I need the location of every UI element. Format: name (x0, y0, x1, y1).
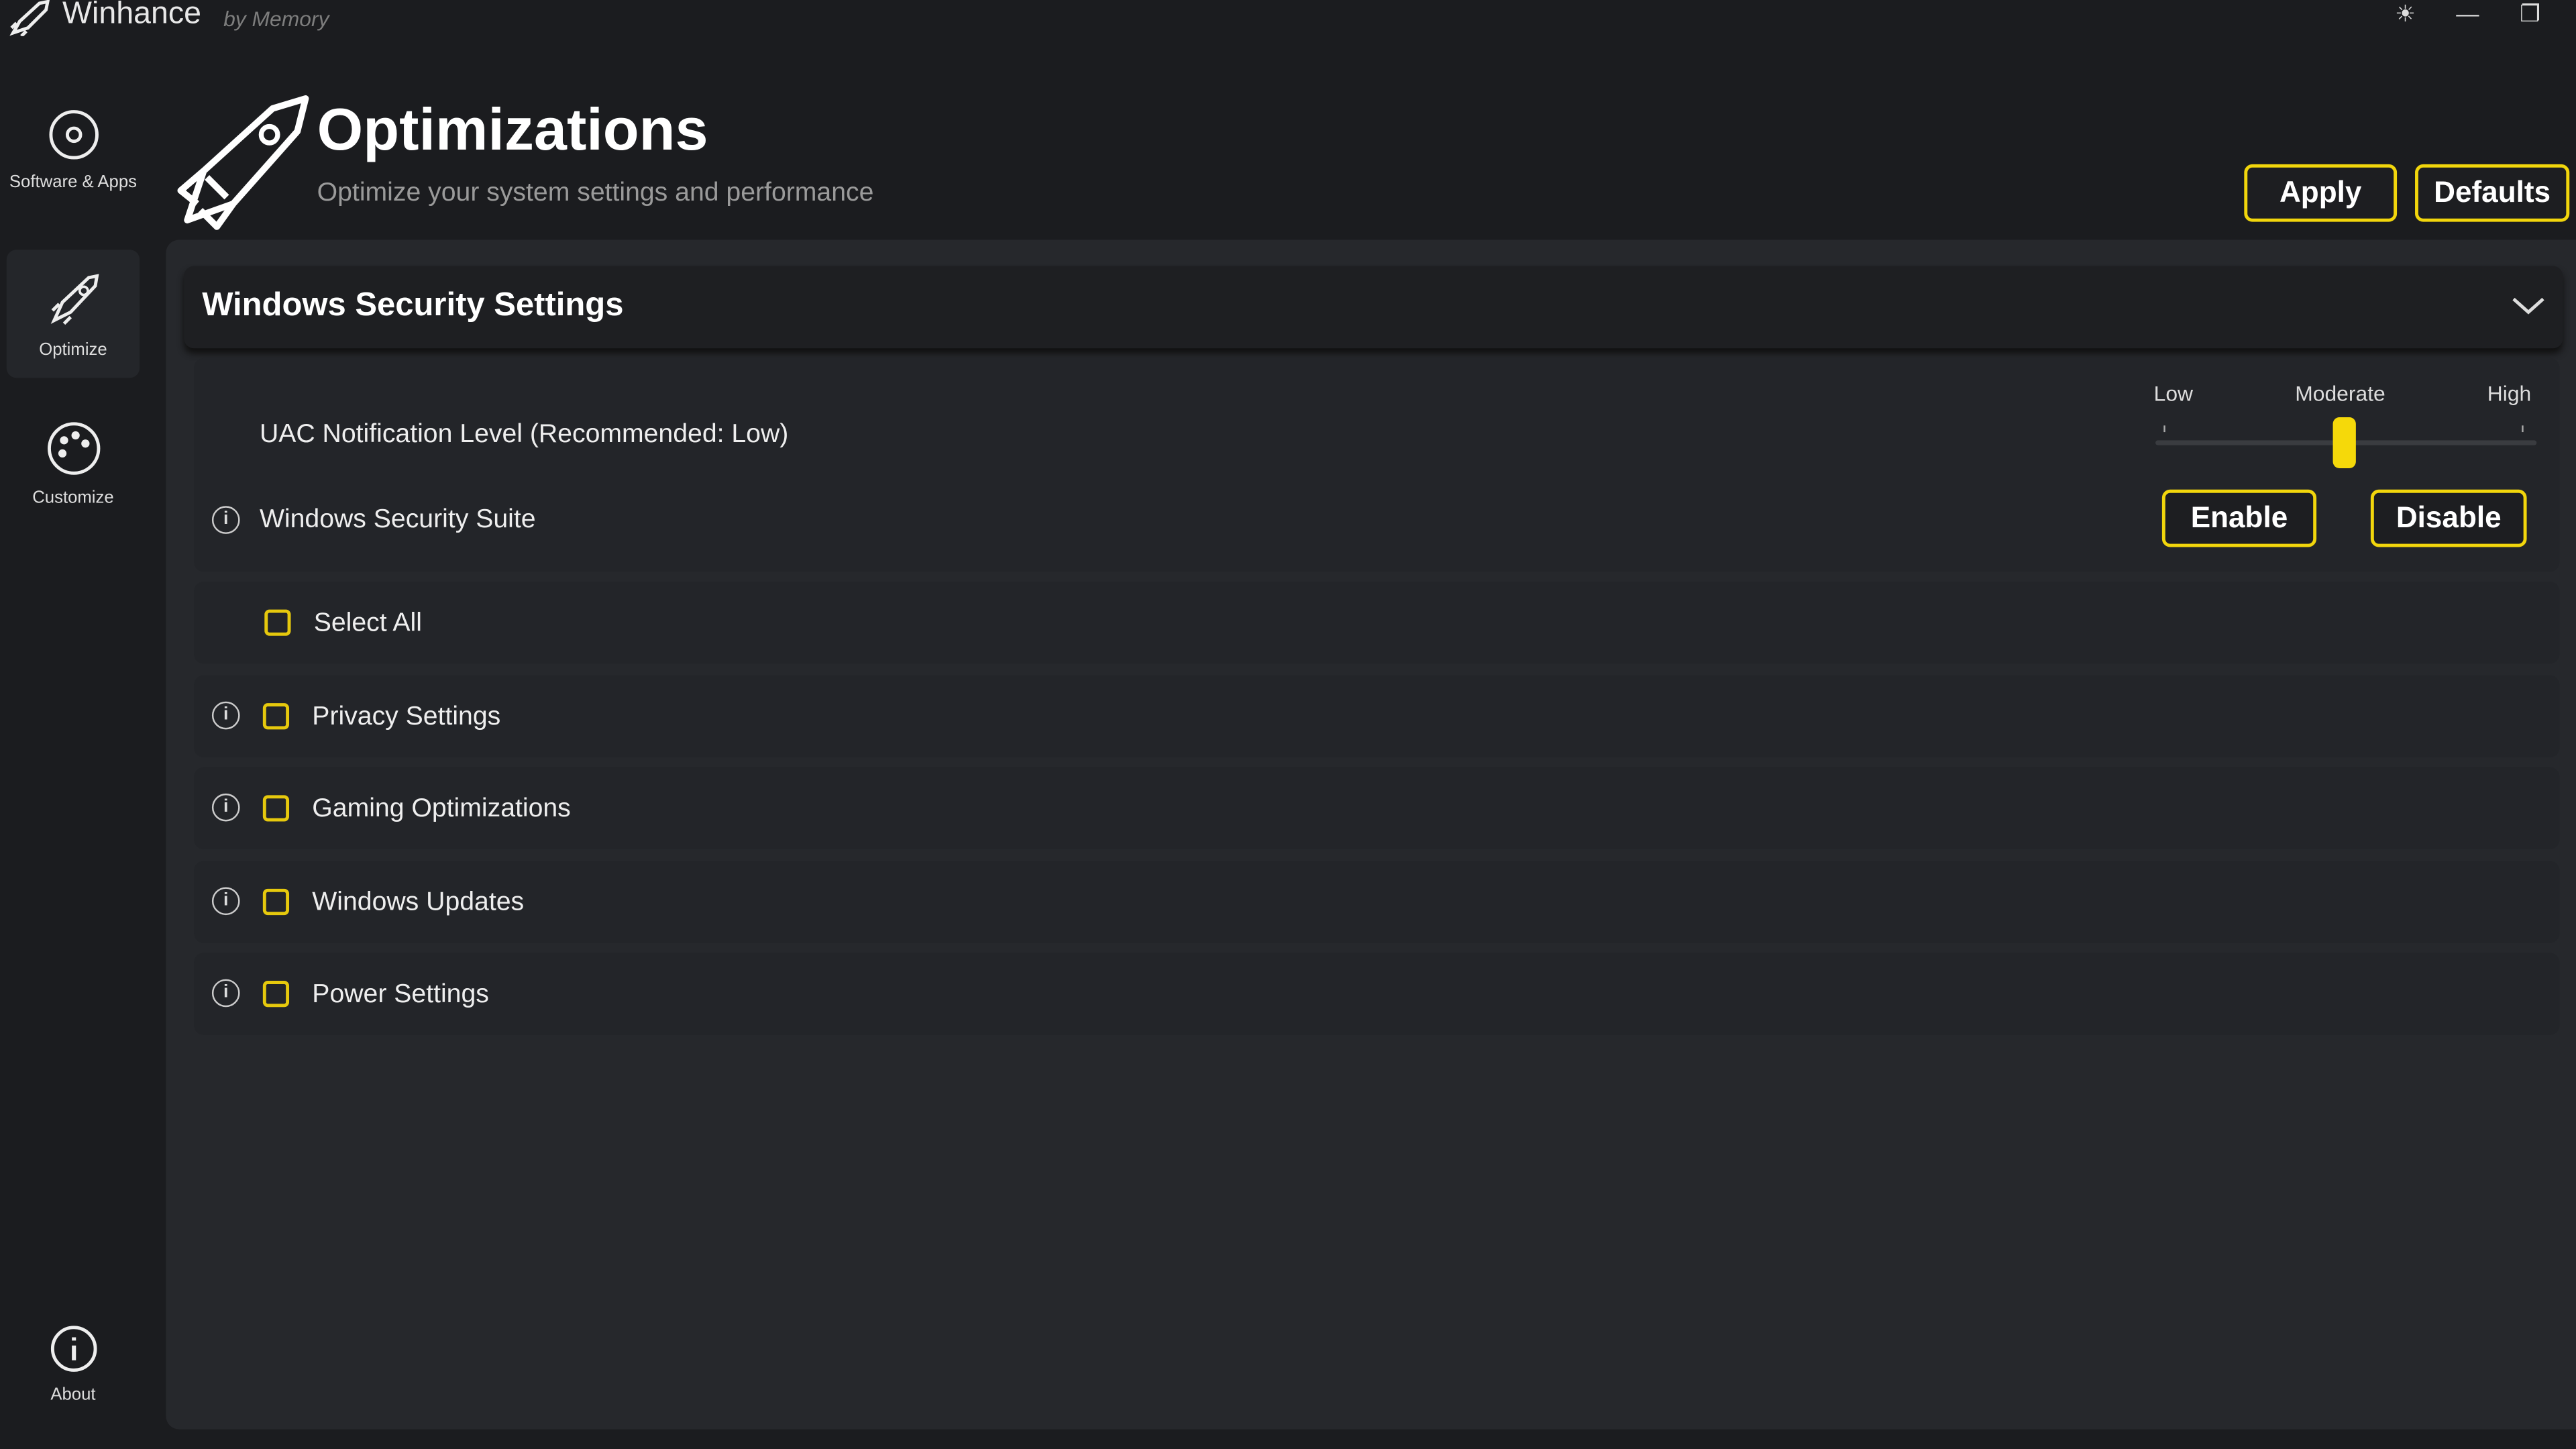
select-all-label: Select All (313, 609, 422, 638)
restore-icon[interactable]: ❐ (2512, 0, 2548, 30)
info-icon[interactable]: i (211, 887, 240, 916)
category-checkbox[interactable] (262, 795, 290, 822)
select-all-row[interactable]: Select All (193, 581, 2560, 664)
uac-slider-thumb[interactable] (2332, 417, 2356, 468)
page-title: Optimizations (317, 95, 708, 163)
category-row-windows-updates[interactable]: i Windows Updates (193, 861, 2560, 943)
sidebar-item-about[interactable]: About (7, 1322, 140, 1421)
info-icon[interactable]: i (211, 793, 240, 822)
slider-label-low: Low (2153, 381, 2194, 406)
select-all-checkbox[interactable] (264, 609, 291, 636)
apply-button[interactable]: Apply (2244, 164, 2398, 222)
palette-icon (46, 422, 100, 475)
info-icon (50, 1326, 97, 1372)
app-window: Winhance by Memory ☀ — ❐ Software & Apps… (0, 0, 2576, 1449)
category-row-privacy[interactable]: i Privacy Settings (193, 675, 2560, 757)
sidebar-item-label: About (50, 1385, 96, 1405)
category-checkbox[interactable] (262, 888, 290, 916)
section-title: Windows Security Settings (202, 287, 624, 324)
info-icon[interactable]: i (211, 979, 240, 1008)
category-checkbox[interactable] (262, 981, 290, 1008)
slider-tick (2522, 425, 2524, 433)
chevron-down-icon[interactable] (2510, 294, 2546, 317)
info-icon[interactable]: i (211, 506, 240, 534)
enable-button[interactable]: Enable (2161, 489, 2317, 547)
info-icon[interactable]: i (211, 701, 240, 730)
rocket-icon (9, 0, 50, 36)
category-label: Power Settings (312, 981, 489, 1009)
slider-tick (2163, 425, 2165, 433)
sidebar-item-customize[interactable]: Customize (7, 419, 140, 527)
category-row-gaming[interactable]: i Gaming Optimizations (193, 767, 2560, 850)
sidebar-item-optimize[interactable]: Optimize (6, 250, 140, 378)
slider-label-high: High (2487, 381, 2532, 406)
sidebar-item-label: Customize (32, 488, 114, 508)
defaults-button[interactable]: Defaults (2415, 164, 2570, 222)
slider-label-moderate: Moderate (2295, 381, 2385, 406)
section-header-windows-security[interactable]: Windows Security Settings (184, 266, 2563, 349)
page-subtitle: Optimize your system settings and perfor… (317, 178, 874, 207)
category-label: Windows Updates (312, 888, 525, 917)
uac-label: UAC Notification Level (Recommended: Low… (259, 420, 789, 449)
category-label: Gaming Optimizations (312, 795, 571, 823)
sidebar-item-label: Software & Apps (9, 172, 138, 193)
rocket-icon (50, 274, 99, 325)
security-suite-label: Windows Security Suite (259, 506, 536, 534)
disc-icon (48, 110, 98, 160)
sidebar-item-label: Optimize (39, 339, 107, 360)
disable-button[interactable]: Disable (2370, 489, 2527, 547)
app-subtitle: by Memory (223, 6, 329, 32)
category-checkbox[interactable] (262, 703, 290, 730)
sidebar-item-software-apps[interactable]: Software & Apps (7, 102, 140, 227)
rocket-icon (177, 95, 309, 230)
app-title: Winhance (62, 0, 202, 32)
sun-icon[interactable]: ☀ (2387, 0, 2423, 30)
category-row-power[interactable]: i Power Settings (193, 953, 2560, 1035)
category-label: Privacy Settings (312, 703, 501, 731)
minimize-icon[interactable]: — (2449, 0, 2485, 30)
